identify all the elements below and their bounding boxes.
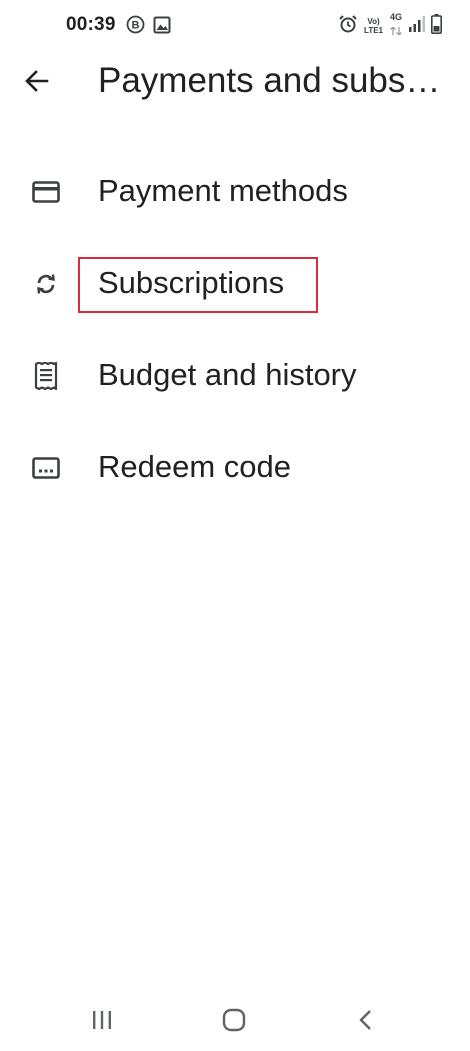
recent-apps-button[interactable]	[82, 1002, 122, 1038]
menu-item-label: Redeem code	[98, 449, 292, 484]
menu-item-payment-methods[interactable]: Payment methods	[0, 146, 470, 238]
battery-icon	[431, 13, 442, 39]
recent-apps-icon	[93, 1011, 111, 1029]
app-bar: Payments and subscriptions	[0, 52, 470, 112]
status-bar: 00:39 B Vo) LTE1 4G	[0, 0, 470, 52]
status-system-icons: Vo) LTE1 4G	[338, 12, 442, 40]
alarm-icon	[338, 14, 358, 39]
arrow-back-icon	[25, 70, 49, 92]
volte-label: Vo)	[367, 17, 380, 26]
lte-label: LTE1	[364, 26, 383, 35]
menu-item-label: Subscriptions	[98, 265, 285, 300]
page-title: Payments and subscriptions	[98, 61, 448, 100]
back-icon	[359, 1010, 371, 1030]
menu-item-redeem-code[interactable]: Redeem code	[0, 422, 470, 514]
b-notification-icon: B	[126, 15, 145, 39]
credit-card-icon	[30, 176, 62, 208]
svg-text:B: B	[132, 20, 140, 32]
network-type-label: 4G	[389, 12, 402, 22]
signal-icon	[409, 15, 425, 38]
back-button[interactable]	[20, 64, 54, 98]
volte-indicator: Vo) LTE1	[364, 17, 383, 35]
home-button[interactable]	[214, 1002, 254, 1038]
menu-item-label: Payment methods	[98, 173, 348, 208]
menu-item-budget-and-history[interactable]: Budget and history	[0, 330, 470, 422]
status-notification-icons: B	[126, 15, 171, 39]
gallery-notification-icon	[153, 16, 171, 39]
menu-item-subscriptions[interactable]: Subscriptions	[0, 238, 470, 330]
system-nav-bar	[0, 990, 470, 1051]
receipt-icon	[30, 360, 62, 392]
nav-back-button[interactable]	[346, 1002, 386, 1038]
sync-icon	[30, 268, 62, 300]
network-type-indicator: 4G	[389, 12, 403, 40]
home-icon	[222, 1008, 246, 1032]
data-arrows-icon	[390, 26, 402, 36]
redeem-code-icon	[30, 452, 62, 484]
status-time: 00:39	[66, 14, 116, 35]
menu-item-label: Budget and history	[98, 357, 357, 392]
